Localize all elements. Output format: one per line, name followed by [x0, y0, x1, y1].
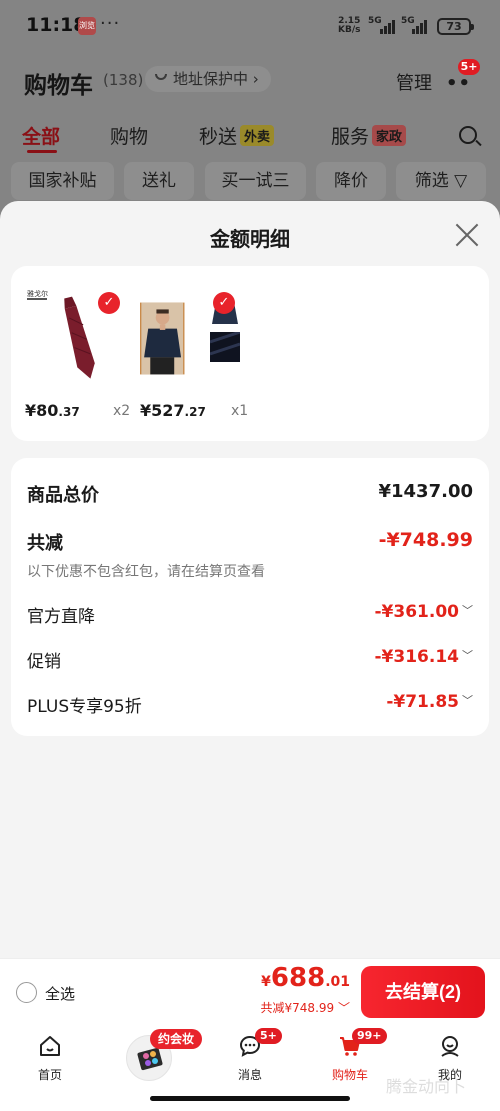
- more-notifications-icon: ···: [100, 13, 121, 34]
- filter-button[interactable]: 筛选 ▽: [396, 162, 486, 200]
- svg-text:雅戈尔: 雅戈尔: [27, 289, 48, 298]
- app-notification-icon: 浏览: [78, 17, 96, 35]
- checkout-bar: 全选 ¥688.01 共减¥748.99 ﹀ 去结算(2): [0, 958, 500, 1024]
- discount-label: 促销: [27, 652, 61, 672]
- signal-bars-icon: [380, 18, 400, 34]
- total-price-value: ¥1437.00: [378, 481, 473, 502]
- page-title: 购物车: [24, 73, 93, 99]
- tab-shopping[interactable]: 购物: [110, 122, 148, 149]
- checkout-saved-amount[interactable]: 共减¥748.99 ﹀: [261, 999, 350, 1016]
- select-all-radio[interactable]: [16, 982, 37, 1003]
- messages-badge: 5+: [255, 1028, 282, 1044]
- active-tab-underline: [27, 150, 57, 153]
- housekeeping-tag: 家政: [372, 125, 407, 146]
- tab-home[interactable]: 首页: [15, 1024, 85, 1084]
- selected-check-icon: ✓: [213, 292, 235, 314]
- product-price: ¥527.27: [140, 401, 206, 420]
- tab-cart-label: 购物车: [331, 1068, 368, 1082]
- chevron-down-icon: ﹀: [462, 649, 473, 662]
- total-reduction-label: 共减: [27, 533, 63, 554]
- reduction-note: 以下优惠不包含红包，请在结算页查看: [27, 564, 265, 580]
- total-reduction-value: -¥748.99: [378, 529, 473, 551]
- discount-value: -¥316.14 ﹀: [374, 647, 474, 667]
- price-detail-card: 商品总价 ¥1437.00 共减 -¥748.99 以下优惠不包含红包，请在结算…: [11, 458, 489, 736]
- filter-gift[interactable]: 送礼: [124, 162, 194, 200]
- jacket-model-image: [140, 302, 185, 375]
- select-all-label[interactable]: 全选: [45, 983, 75, 1004]
- tab-messages[interactable]: 5+ 消息: [215, 1024, 285, 1084]
- tab-instant-delivery[interactable]: 秒送 外卖: [199, 122, 275, 149]
- total-price-label: 商品总价: [27, 485, 99, 506]
- manage-button[interactable]: 管理: [396, 69, 432, 95]
- amount-detail-sheet: 金额明细 雅戈尔 ✓ ¥80.37 x2 ✓ ¥527.27 x1 商品总价 ¥…: [0, 201, 500, 1021]
- home-indicator: [150, 1096, 350, 1101]
- tab-services[interactable]: 服务 家政: [331, 122, 407, 149]
- products-card: 雅戈尔 ✓ ¥80.37 x2 ✓ ¥527.27 x1: [11, 266, 489, 441]
- more-menu-icon[interactable]: ••: [446, 73, 471, 94]
- chevron-down-icon: ﹀: [462, 604, 473, 617]
- filter-price-drop[interactable]: 降价: [316, 162, 386, 200]
- filter-try-three[interactable]: 买一试三: [205, 162, 306, 200]
- chevron-down-icon: ﹀: [337, 1001, 350, 1015]
- address-protection-chip[interactable]: 地址保护中 ›: [145, 66, 271, 92]
- close-icon[interactable]: [455, 223, 479, 247]
- checkout-button[interactable]: 去结算(2): [361, 966, 485, 1018]
- discount-value: -¥71.85 ﹀: [386, 692, 473, 712]
- product-quantity: x2: [113, 403, 131, 419]
- tab-messages-label: 消息: [237, 1068, 262, 1082]
- status-bar: 11:18 浏览 ··· 2.15 KB/s 5G 5G 73: [0, 0, 500, 54]
- selected-check-icon: ✓: [98, 292, 120, 314]
- fabric-thumbnail-image: [210, 332, 240, 362]
- cart-page-background: 11:18 浏览 ··· 2.15 KB/s 5G 5G 73 购物车 (138)…: [0, 0, 500, 230]
- product-price: ¥80.37: [25, 401, 80, 420]
- chevron-down-icon: ﹀: [462, 694, 473, 707]
- discount-label: PLUS专享95折: [27, 697, 142, 717]
- cart-count: (138): [103, 71, 144, 89]
- tab-all[interactable]: 全部: [22, 122, 60, 149]
- profile-icon: [441, 1036, 459, 1057]
- promo-label: 约会妆: [150, 1029, 203, 1049]
- tab-home-label: 首页: [37, 1068, 62, 1082]
- signal-bars-icon-2: [412, 18, 432, 34]
- takeout-tag: 外卖: [240, 125, 275, 146]
- tab-cart[interactable]: 99+ 购物车: [315, 1024, 387, 1084]
- home-icon: [40, 1036, 60, 1056]
- discount-value: -¥361.00 ﹀: [374, 602, 474, 622]
- filter-national-subsidy[interactable]: 国家补贴: [11, 162, 114, 200]
- checkout-total-price: ¥688.01: [261, 963, 350, 993]
- discount-label: 官方直降: [27, 607, 95, 627]
- more-badge: 5+: [458, 59, 480, 75]
- product-quantity: x1: [231, 403, 249, 419]
- cart-badge: 99+: [352, 1028, 387, 1044]
- smile-icon: [155, 74, 167, 80]
- network-speed: 2.15 KB/s: [338, 16, 361, 35]
- sheet-title: 金额明细: [210, 227, 290, 251]
- battery-icon: 73: [437, 18, 474, 35]
- watermark: 腾金动向卜: [386, 1077, 467, 1096]
- search-icon[interactable]: [459, 126, 477, 144]
